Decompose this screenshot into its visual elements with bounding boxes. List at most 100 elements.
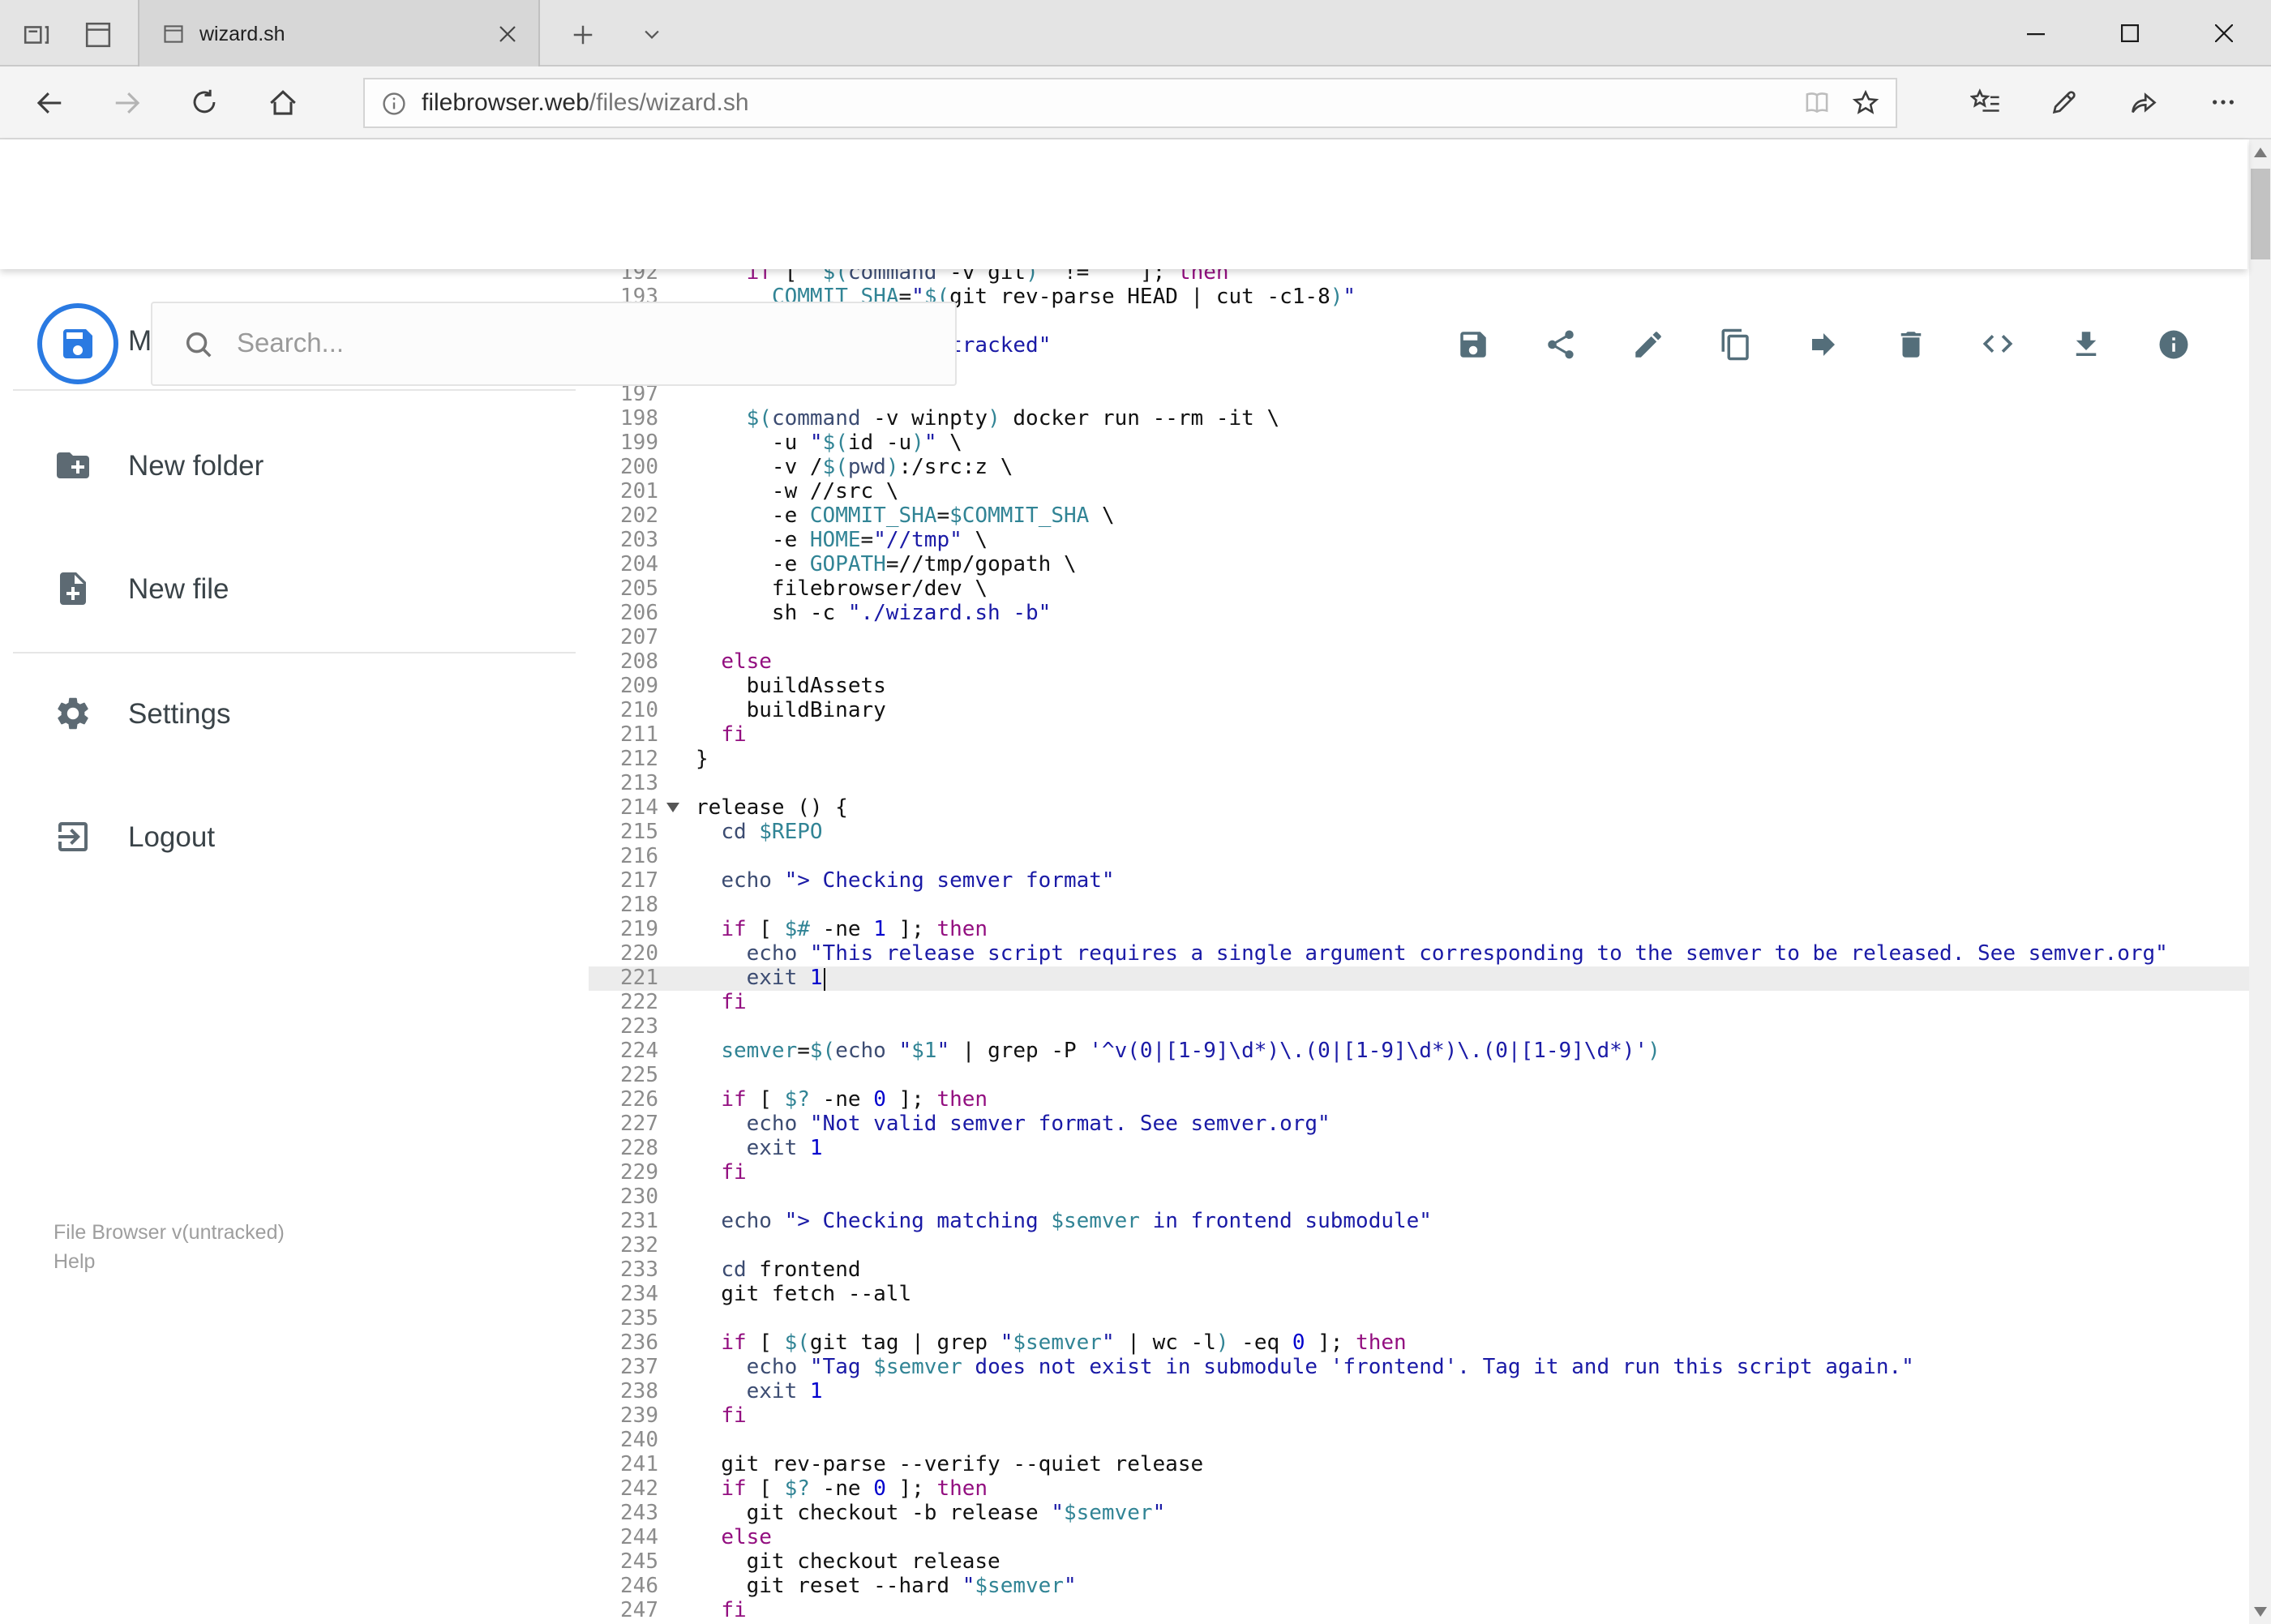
sidebar-item-new-folder[interactable]: New folder bbox=[0, 417, 576, 514]
code-line[interactable]: 221 exit 1 bbox=[589, 966, 2248, 991]
back-button[interactable] bbox=[21, 75, 76, 130]
code-line[interactable]: 231 echo "> Checking matching $semver in… bbox=[589, 1210, 2248, 1234]
forward-button[interactable] bbox=[99, 75, 154, 130]
minimize-button[interactable] bbox=[1988, 0, 2082, 66]
code-line[interactable]: 247 fi bbox=[589, 1599, 2248, 1623]
code-line[interactable]: 192 if [ "$(command -v git)" != "" ]; th… bbox=[589, 269, 2248, 285]
address-bar[interactable]: filebrowser.web/files/wizard.sh bbox=[363, 78, 1897, 128]
edit-button[interactable] bbox=[1615, 311, 1680, 376]
annotate-button[interactable] bbox=[2037, 75, 2092, 130]
code-line[interactable]: 243 git checkout -b release "$semver" bbox=[589, 1502, 2248, 1526]
code-line[interactable]: 228 exit 1 bbox=[589, 1137, 2248, 1161]
code-line[interactable]: 233 cd frontend bbox=[589, 1258, 2248, 1283]
reading-view-button[interactable] bbox=[1792, 79, 1840, 126]
code-line[interactable]: 207 bbox=[589, 626, 2248, 650]
hub-button[interactable] bbox=[1957, 75, 2012, 130]
code-line[interactable]: 240 bbox=[589, 1429, 2248, 1453]
set-tabs-aside-button[interactable] bbox=[13, 11, 58, 57]
code-line[interactable]: 208 else bbox=[589, 650, 2248, 675]
code-line[interactable]: 197 bbox=[589, 383, 2248, 407]
code-line[interactable]: 204 -e GOPATH=//tmp/gopath \ bbox=[589, 553, 2248, 577]
site-info-icon[interactable] bbox=[381, 90, 407, 116]
filebrowser-header bbox=[0, 139, 2247, 386]
code-line[interactable]: 230 bbox=[589, 1185, 2248, 1210]
code-line[interactable]: 203 -e HOME="//tmp" \ bbox=[589, 529, 2248, 553]
code-line[interactable]: 229 fi bbox=[589, 1161, 2248, 1185]
code-line[interactable]: 206 sh -c "./wizard.sh -b" bbox=[589, 602, 2248, 626]
download-button[interactable] bbox=[2053, 311, 2118, 376]
scroll-down-button[interactable] bbox=[2248, 1598, 2271, 1624]
sidebar-item-new-file[interactable]: New file bbox=[0, 540, 576, 637]
help-link[interactable]: Help bbox=[54, 1249, 285, 1276]
save-button[interactable] bbox=[1440, 311, 1505, 376]
code-line[interactable]: 242 if [ $? -ne 0 ]; then bbox=[589, 1477, 2248, 1502]
code-line[interactable]: 244 else bbox=[589, 1526, 2248, 1550]
page-scrollbar[interactable] bbox=[2248, 139, 2271, 1624]
save-icon bbox=[1459, 331, 1485, 357]
code-line[interactable]: 199 -u "$(id -u)" \ bbox=[589, 431, 2248, 456]
copy-button[interactable] bbox=[1703, 311, 1768, 376]
code-line[interactable]: 245 git checkout release bbox=[589, 1550, 2248, 1575]
code-line[interactable]: 215 cd $REPO bbox=[589, 821, 2248, 845]
code-line[interactable]: 217 echo "> Checking semver format" bbox=[589, 869, 2248, 893]
scrollbar-thumb[interactable] bbox=[2250, 169, 2269, 259]
fold-widget-icon[interactable] bbox=[666, 803, 679, 812]
code-line[interactable]: 226 if [ $? -ne 0 ]; then bbox=[589, 1088, 2248, 1112]
code-line[interactable]: 214 release () { bbox=[589, 796, 2248, 821]
code-line[interactable]: 224 semver=$(echo "$1" | grep -P '^v(0|[… bbox=[589, 1039, 2248, 1064]
maximize-button[interactable] bbox=[2082, 0, 2176, 66]
search-bar[interactable] bbox=[151, 302, 957, 386]
code-line[interactable]: 198 $(command -v winpty) docker run --rm… bbox=[589, 407, 2248, 431]
home-button[interactable] bbox=[255, 75, 310, 130]
code-line[interactable]: 211 fi bbox=[589, 723, 2248, 748]
code-line[interactable]: 234 git fetch --all bbox=[589, 1283, 2248, 1307]
info-button[interactable] bbox=[2140, 311, 2205, 376]
code-line[interactable]: 205 filebrowser/dev \ bbox=[589, 577, 2248, 602]
code-line[interactable]: 232 bbox=[589, 1234, 2248, 1258]
save-logo-icon bbox=[63, 329, 92, 358]
code-line[interactable]: 239 fi bbox=[589, 1404, 2248, 1429]
refresh-button[interactable] bbox=[177, 75, 232, 130]
code-line[interactable]: 236 if [ $(git tag | grep "$semver" | wc… bbox=[589, 1331, 2248, 1356]
filebrowser-logo[interactable] bbox=[37, 303, 118, 384]
sidebar-item-logout[interactable]: Logout bbox=[0, 788, 576, 885]
code-line[interactable]: 246 git reset --hard "$semver" bbox=[589, 1575, 2248, 1599]
sidebar-item-settings[interactable]: Settings bbox=[0, 665, 576, 762]
browser-tab[interactable]: wizard.sh bbox=[138, 0, 540, 66]
code-line[interactable]: 209 buildAssets bbox=[589, 675, 2248, 699]
code-line[interactable]: 222 fi bbox=[589, 991, 2248, 1015]
code-line[interactable]: 227 echo "Not valid semver format. See s… bbox=[589, 1112, 2248, 1137]
new-tab-button[interactable] bbox=[559, 11, 605, 57]
code-line[interactable]: 241 git rev-parse --verify --quiet relea… bbox=[589, 1453, 2248, 1477]
code-line[interactable]: 210 buildBinary bbox=[589, 699, 2248, 723]
settings-more-button[interactable] bbox=[2196, 75, 2251, 130]
search-input[interactable] bbox=[234, 327, 921, 361]
code-line[interactable]: 212} bbox=[589, 748, 2248, 772]
code-line[interactable]: 201 -w //src \ bbox=[589, 480, 2248, 504]
add-favorite-button[interactable] bbox=[1840, 79, 1889, 126]
code-line[interactable]: 216 bbox=[589, 845, 2248, 869]
tab-list-button[interactable] bbox=[629, 11, 675, 57]
code-line[interactable]: 220 echo "This release script requires a… bbox=[589, 942, 2248, 966]
close-window-button[interactable] bbox=[2176, 0, 2270, 66]
code-line[interactable]: 200 -v /$(pwd):/src:z \ bbox=[589, 456, 2248, 480]
code-line[interactable]: 238 exit 1 bbox=[589, 1380, 2248, 1404]
code-line[interactable]: 235 bbox=[589, 1307, 2248, 1331]
code-view-button[interactable] bbox=[1965, 311, 2030, 376]
tab-preview-button[interactable] bbox=[75, 11, 120, 57]
code-line[interactable]: 225 bbox=[589, 1064, 2248, 1088]
move-button[interactable] bbox=[1790, 311, 1855, 376]
code-line[interactable]: 237 echo "Tag $semver does not exist in … bbox=[589, 1356, 2248, 1380]
share-button[interactable] bbox=[1528, 311, 1592, 376]
line-number: 211 bbox=[620, 723, 658, 748]
delete-button[interactable] bbox=[1878, 311, 1943, 376]
share-page-button[interactable] bbox=[2116, 75, 2171, 130]
code-line[interactable]: 219 if [ $# -ne 1 ]; then bbox=[589, 918, 2248, 942]
code-line[interactable]: 218 bbox=[589, 893, 2248, 918]
tab-close-button[interactable] bbox=[486, 12, 529, 54]
code-line[interactable]: 223 bbox=[589, 1015, 2248, 1039]
code-line[interactable]: 202 -e COMMIT_SHA=$COMMIT_SHA \ bbox=[589, 504, 2248, 529]
code-editor[interactable]: 192 if [ "$(command -v git)" != "" ]; th… bbox=[589, 269, 2248, 1623]
code-line[interactable]: 213 bbox=[589, 772, 2248, 796]
scroll-up-button[interactable] bbox=[2248, 139, 2271, 165]
